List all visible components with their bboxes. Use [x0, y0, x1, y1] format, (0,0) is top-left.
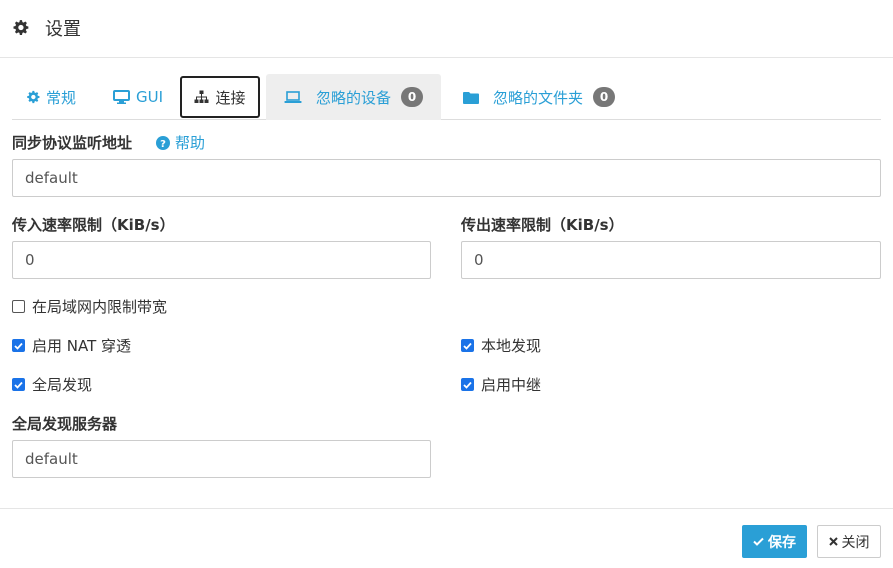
listen-address-label: 同步协议监听地址: [12, 134, 133, 152]
help-label: 帮助: [175, 134, 206, 152]
desktop-icon: [112, 90, 130, 104]
folder-icon: [462, 91, 479, 104]
svg-text:?: ?: [160, 139, 166, 150]
tab-ignored-folders[interactable]: 忽略的文件夹 0: [449, 74, 629, 120]
nat-checkbox[interactable]: 启用 NAT 穿透: [12, 335, 131, 356]
tab-bar: 常规 GUI 连接 忽略的设备 0 忽略的文件夹 0: [12, 74, 881, 120]
global-discovery-server-input[interactable]: [12, 440, 431, 478]
local-discovery-checkbox[interactable]: 本地发现: [461, 335, 541, 356]
save-label: 保存: [768, 534, 796, 551]
tab-label: 连接: [215, 88, 246, 107]
close-icon: [828, 537, 838, 546]
global-discovery-label: 全局发现: [32, 376, 93, 394]
outgoing-rate-input[interactable]: [461, 241, 881, 279]
outgoing-rate-label: 传出速率限制（KiB/s）: [461, 216, 624, 234]
sitemap-icon: [194, 90, 209, 104]
gear-icon: [26, 90, 40, 104]
global-discovery-server-label: 全局发现服务器: [12, 415, 118, 433]
lan-limit-label: 在局域网内限制带宽: [32, 298, 168, 316]
settings-dialog: 设置 常规 GUI 连接 忽略的设备 0 忽略的文件夹 0 同步协议监听地址 ?…: [0, 0, 893, 568]
lan-limit-checkbox[interactable]: 在局域网内限制带宽: [12, 296, 167, 317]
checkbox-unchecked-icon[interactable]: [12, 300, 25, 313]
tab-connections[interactable]: 连接: [180, 76, 260, 118]
dialog-header: 设置: [0, 0, 893, 58]
relay-checkbox[interactable]: 启用中继: [461, 374, 541, 395]
checkbox-checked-icon[interactable]: [12, 339, 25, 352]
relay-label: 启用中继: [481, 376, 542, 394]
incoming-rate-label: 传入速率限制（KiB/s）: [12, 216, 175, 234]
close-button[interactable]: 关闭: [817, 525, 881, 558]
global-discovery-checkbox[interactable]: 全局发现: [12, 374, 92, 395]
gear-icon: [12, 19, 29, 36]
local-discovery-label: 本地发现: [481, 337, 542, 355]
question-circle-icon: ?: [156, 135, 170, 150]
dialog-title: 设置: [45, 19, 81, 40]
tab-label: 忽略的文件夹: [492, 88, 583, 107]
tab-label: 常规: [45, 88, 76, 107]
save-button[interactable]: 保存: [742, 525, 807, 558]
checkbox-checked-icon[interactable]: [12, 378, 25, 391]
incoming-rate-input[interactable]: [12, 241, 431, 279]
count-badge: 0: [593, 87, 615, 107]
tab-label: GUI: [135, 88, 164, 106]
check-icon: [753, 537, 764, 546]
tab-ignored-devices[interactable]: 忽略的设备 0: [266, 74, 441, 120]
listen-address-input[interactable]: [12, 159, 881, 197]
dialog-footer: 保存 关闭: [0, 508, 893, 568]
laptop-icon: [284, 90, 302, 104]
tab-general[interactable]: 常规: [12, 74, 90, 120]
nat-label: 启用 NAT 穿透: [32, 337, 132, 355]
help-link[interactable]: ? 帮助: [156, 132, 205, 153]
checkbox-checked-icon[interactable]: [461, 378, 474, 391]
count-badge: 0: [401, 87, 423, 107]
tab-label: 忽略的设备: [315, 88, 391, 107]
close-label: 关闭: [841, 534, 870, 551]
checkbox-checked-icon[interactable]: [461, 339, 474, 352]
tab-gui[interactable]: GUI: [98, 74, 178, 120]
